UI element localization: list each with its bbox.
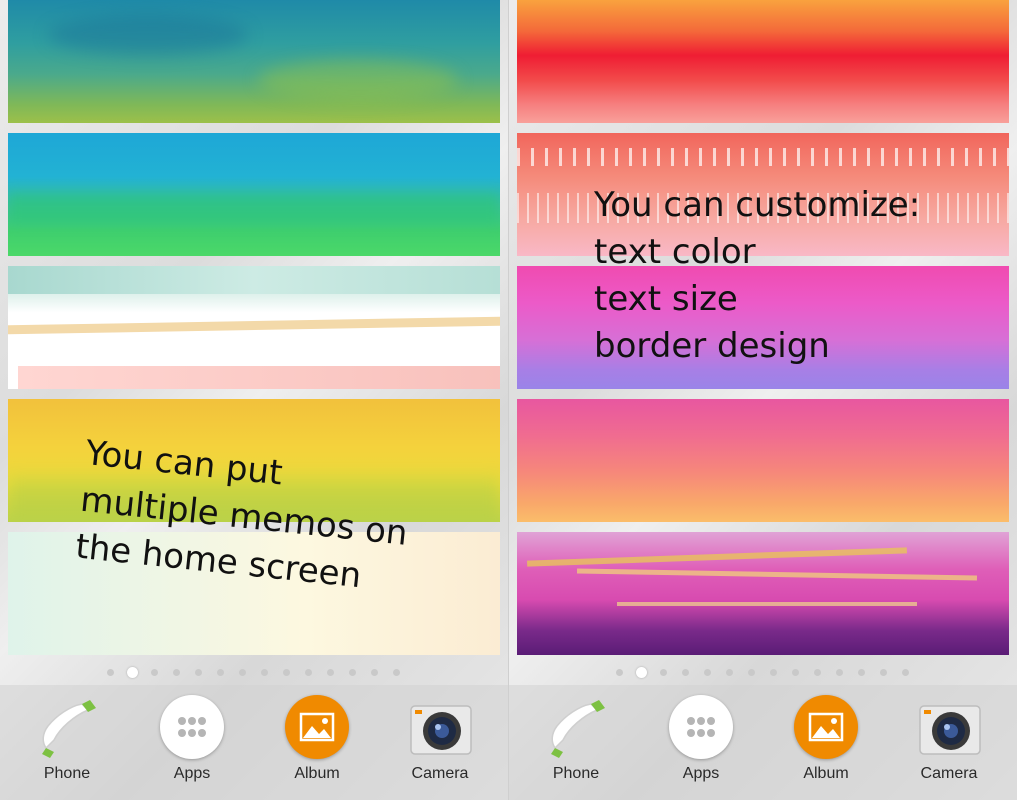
- page-dot[interactable]: [770, 669, 777, 676]
- memo-widget-red[interactable]: [517, 0, 1009, 123]
- dock-label: Camera: [920, 765, 978, 782]
- page-dot[interactable]: [239, 669, 246, 676]
- page-dot[interactable]: [173, 669, 180, 676]
- page-dot[interactable]: [195, 669, 202, 676]
- page-dot[interactable]: [836, 669, 843, 676]
- page-dot[interactable]: [261, 669, 268, 676]
- page-dot[interactable]: [217, 669, 224, 676]
- page-dot[interactable]: [880, 669, 887, 676]
- dock-album[interactable]: Album: [771, 685, 881, 800]
- page-dot[interactable]: [349, 669, 356, 676]
- page-dot[interactable]: [660, 669, 667, 676]
- camera-icon: [916, 694, 982, 760]
- page-dot[interactable]: [305, 669, 312, 676]
- dock-apps[interactable]: Apps: [137, 685, 247, 800]
- app-grid-icon: [668, 694, 734, 760]
- album-icon: [284, 694, 350, 760]
- page-dot[interactable]: [393, 669, 400, 676]
- dock-label: Phone: [43, 765, 91, 782]
- page-dot[interactable]: [682, 669, 689, 676]
- dock: Phone Apps Album Camera: [509, 685, 1017, 800]
- memo-caption: You can customize: text color text size …: [594, 185, 921, 366]
- page-dot[interactable]: [616, 669, 623, 676]
- page-dot[interactable]: [283, 669, 290, 676]
- dock-label: Album: [803, 765, 849, 782]
- page-indicator[interactable]: [0, 666, 508, 680]
- page-dot-active[interactable]: [127, 667, 138, 678]
- dock-label: Phone: [552, 765, 600, 782]
- page-dot[interactable]: [858, 669, 865, 676]
- dock-camera[interactable]: Camera: [385, 685, 495, 800]
- home-screen-left: You can put multiple memos on the home s…: [0, 0, 508, 800]
- dock: Phone Apps Album Camera: [0, 685, 508, 800]
- dock-album[interactable]: Album: [262, 685, 372, 800]
- app-grid-icon: [159, 694, 225, 760]
- page-dot[interactable]: [371, 669, 378, 676]
- page-dot[interactable]: [151, 669, 158, 676]
- page-dot[interactable]: [327, 669, 334, 676]
- dock-camera[interactable]: Camera: [894, 685, 1004, 800]
- dock-label: Apps: [682, 765, 720, 782]
- dock-label: Album: [294, 765, 340, 782]
- page-dot-active[interactable]: [636, 667, 647, 678]
- memo-widget-teal[interactable]: [8, 0, 500, 123]
- phone-handset-icon: [34, 694, 100, 760]
- album-icon: [793, 694, 859, 760]
- memo-widget-purple-gold[interactable]: [517, 532, 1009, 655]
- camera-icon: [407, 694, 473, 760]
- dock-label: Camera: [411, 765, 469, 782]
- phone-handset-icon: [543, 694, 609, 760]
- page-dot[interactable]: [726, 669, 733, 676]
- page-dot[interactable]: [792, 669, 799, 676]
- dock-label: Apps: [173, 765, 211, 782]
- page-indicator[interactable]: [509, 666, 1017, 680]
- dock-apps[interactable]: Apps: [646, 685, 756, 800]
- page-dot[interactable]: [902, 669, 909, 676]
- memo-widget-pastel-stripes[interactable]: [8, 266, 500, 389]
- memo-widget-cyan-green[interactable]: [8, 133, 500, 256]
- dock-phone[interactable]: Phone: [12, 685, 122, 800]
- page-dot[interactable]: [748, 669, 755, 676]
- page-dot[interactable]: [704, 669, 711, 676]
- page-dot[interactable]: [814, 669, 821, 676]
- home-screen-right: You can customize: text color text size …: [509, 0, 1017, 800]
- memo-widget-coral[interactable]: [517, 399, 1009, 522]
- page-dot[interactable]: [107, 669, 114, 676]
- dock-phone[interactable]: Phone: [521, 685, 631, 800]
